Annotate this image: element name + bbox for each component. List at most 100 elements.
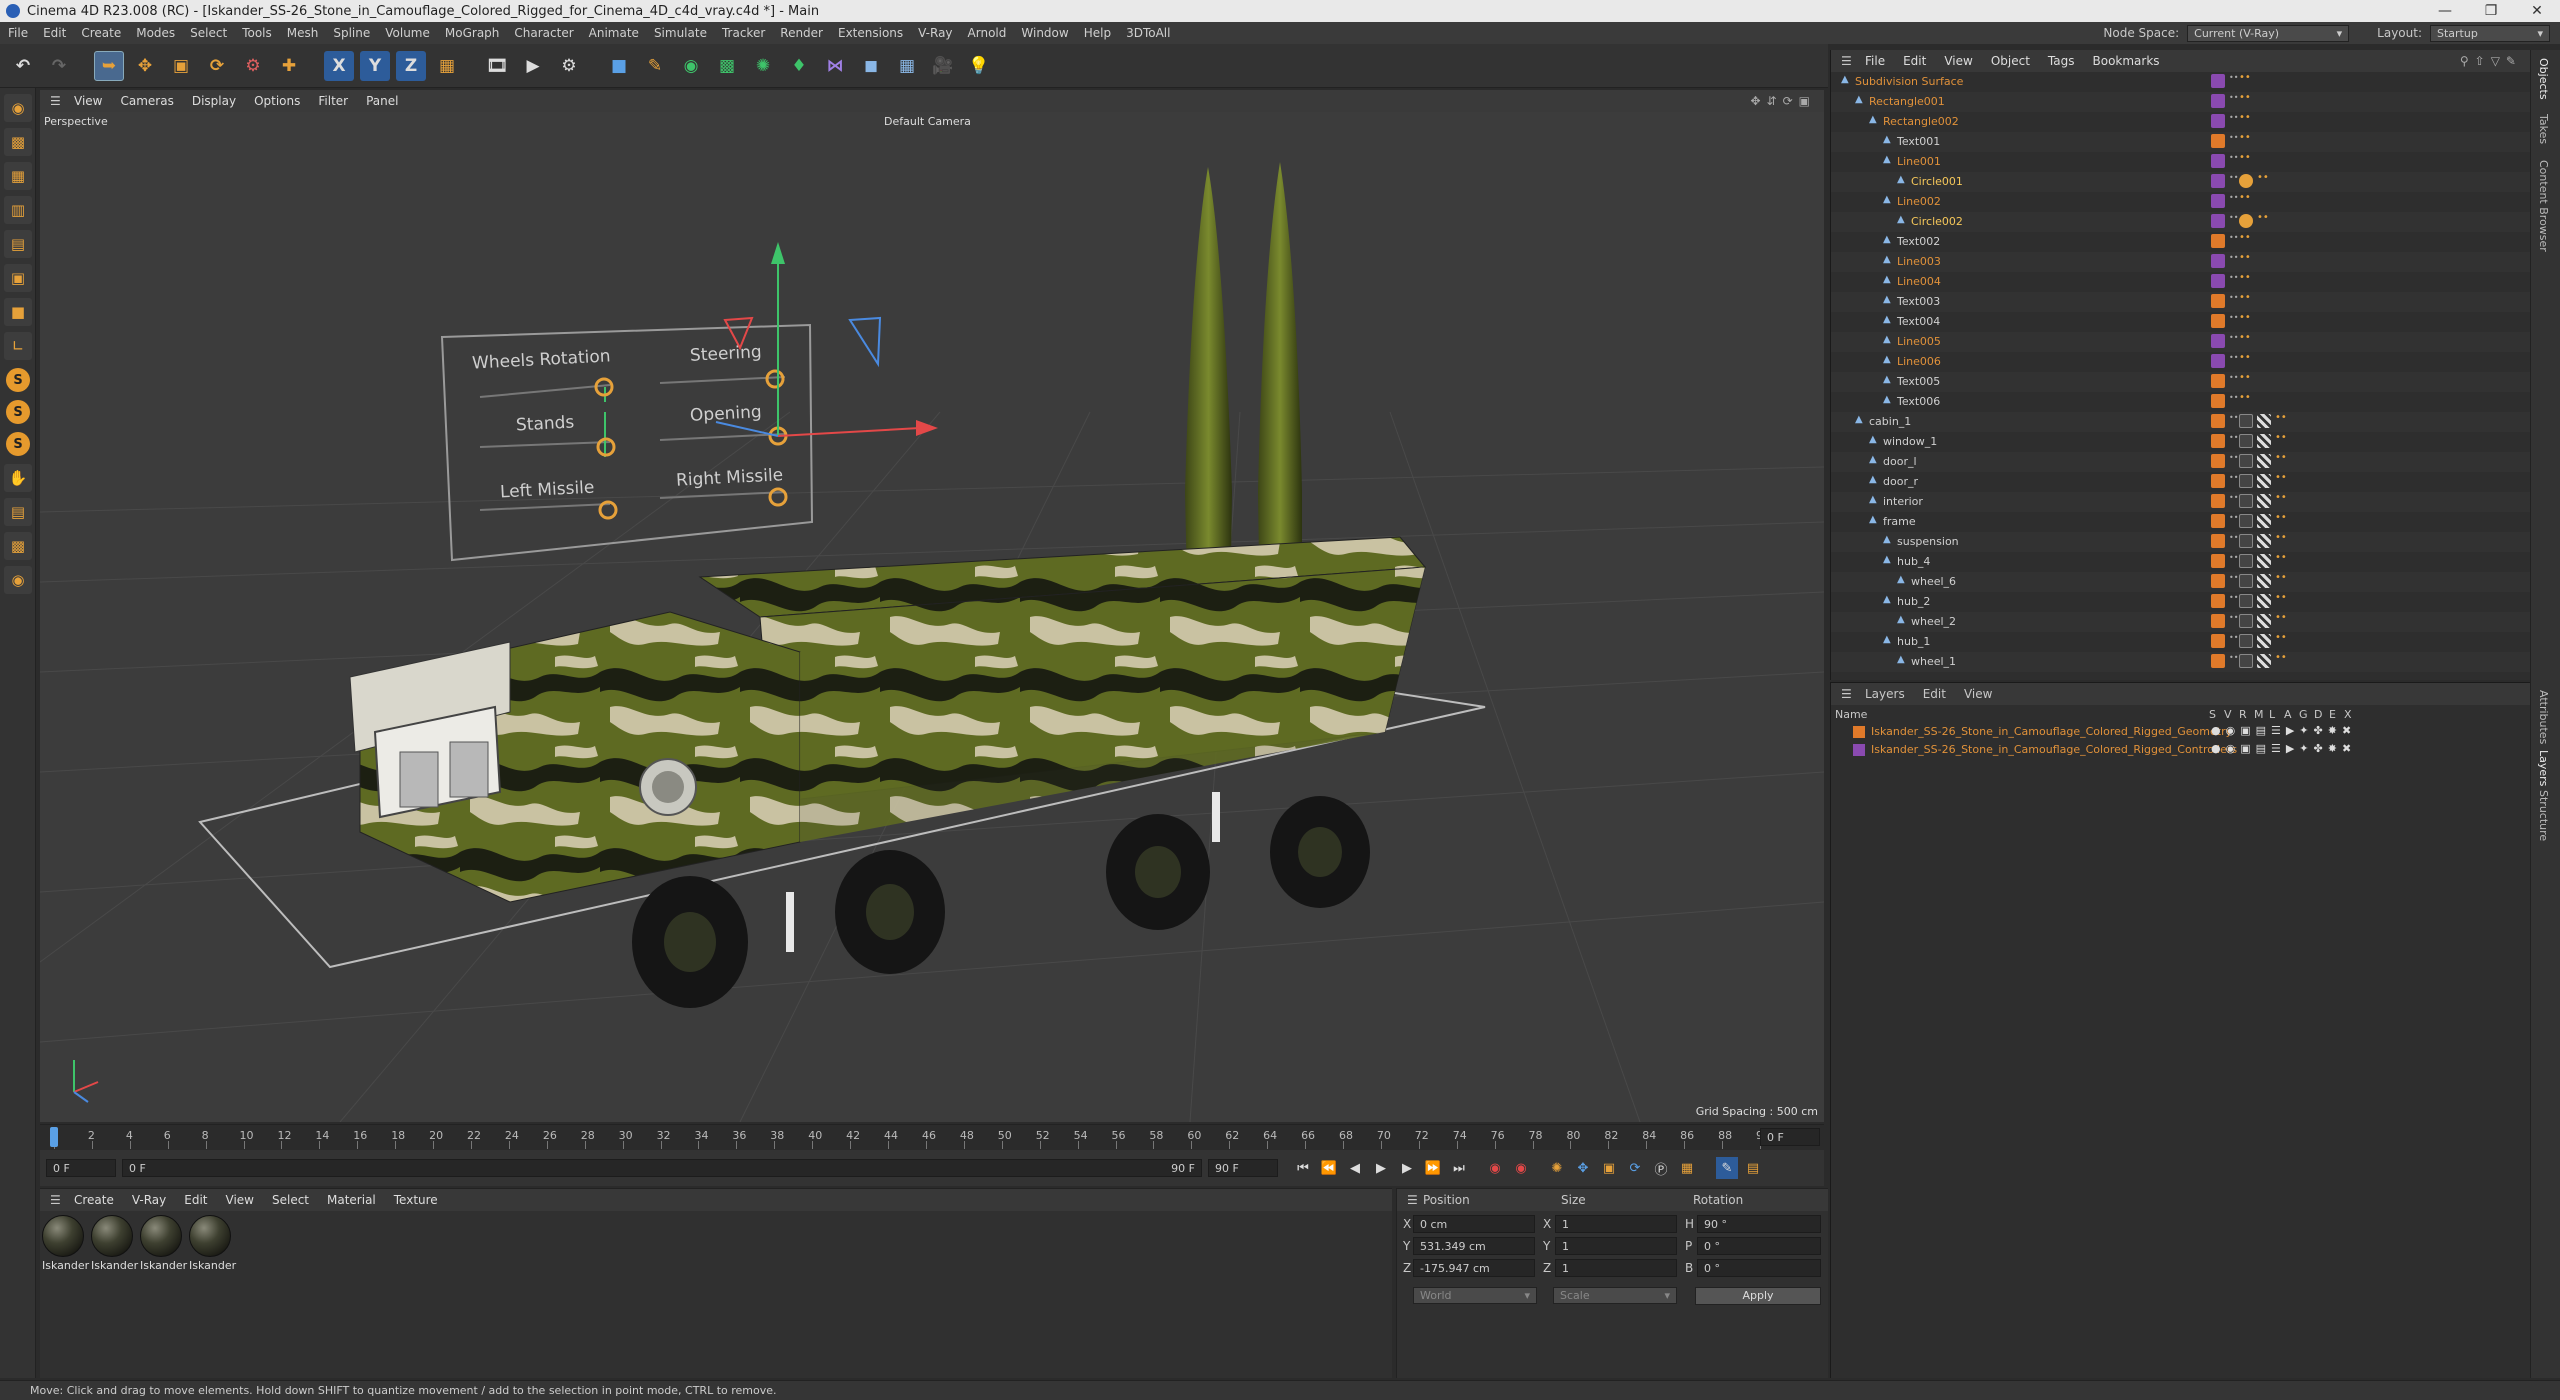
subdivision-icon[interactable]: ◉ bbox=[676, 51, 706, 81]
menu-help[interactable]: Help bbox=[1084, 26, 1111, 40]
visibility-dots-icon[interactable]: •• bbox=[2229, 434, 2238, 448]
mat-menu-select[interactable]: Select bbox=[272, 1193, 309, 1207]
coordinate-mode-dropdown[interactable]: World ▾ bbox=[1413, 1287, 1537, 1304]
rotate-tool-icon[interactable]: ⟳ bbox=[202, 51, 232, 81]
visibility-dots-icon[interactable]: •• bbox=[2229, 234, 2238, 248]
tab-layers[interactable]: Layers bbox=[2537, 750, 2550, 786]
visibility-dots-icon[interactable]: •• bbox=[2229, 274, 2238, 288]
object-row[interactable]: ▲ wheel_2 •• •• bbox=[1831, 612, 2531, 632]
object-row[interactable]: ▲ Subdivision Surface •• •• bbox=[1831, 72, 2531, 92]
layer-color-swatch[interactable] bbox=[2211, 654, 2225, 668]
obj-menu-file[interactable]: File bbox=[1865, 54, 1885, 68]
visibility-dots-icon[interactable]: •• bbox=[2229, 194, 2238, 208]
pos-y-field[interactable]: 531.349 cm bbox=[1413, 1237, 1535, 1255]
visibility-dots-icon[interactable]: •• bbox=[2229, 214, 2238, 228]
tab-takes[interactable]: Takes bbox=[2537, 114, 2550, 144]
phong-tag-icon[interactable] bbox=[2239, 634, 2253, 648]
go-to-start-icon[interactable]: ⏮ bbox=[1292, 1157, 1314, 1179]
pla-key-icon[interactable]: ▦ bbox=[1676, 1157, 1698, 1179]
camera-icon[interactable]: 🎥 bbox=[928, 51, 958, 81]
visibility-dots-icon[interactable]: •• bbox=[2229, 614, 2238, 628]
cube-primitive-icon[interactable]: ■ bbox=[604, 51, 634, 81]
object-row[interactable]: ▲ Line001 •• •• bbox=[1831, 152, 2531, 172]
layer-color-swatch[interactable] bbox=[2211, 554, 2225, 568]
object-row[interactable]: ▲ hub_2 •• •• bbox=[1831, 592, 2531, 612]
tab-structure[interactable]: Structure bbox=[2537, 790, 2550, 841]
object-row[interactable]: ▲ frame •• •• bbox=[1831, 512, 2531, 532]
vp-menu-options[interactable]: Options bbox=[254, 94, 300, 108]
expression-tag-icon[interactable] bbox=[2239, 214, 2253, 228]
size-x-field[interactable]: 1 bbox=[1555, 1215, 1677, 1233]
visibility-dots-icon[interactable]: •• bbox=[2229, 574, 2238, 588]
visibility-dots-icon[interactable]: •• bbox=[2229, 414, 2238, 428]
add-tool-icon[interactable]: ✚ bbox=[274, 51, 304, 81]
maximize-icon[interactable]: ❐ bbox=[2468, 3, 2514, 19]
autokey-icon[interactable]: ◉ bbox=[1510, 1157, 1532, 1179]
layer-color-swatch[interactable] bbox=[2211, 374, 2225, 388]
layer-color-swatch[interactable] bbox=[2211, 434, 2225, 448]
vp-menu-filter[interactable]: Filter bbox=[318, 94, 348, 108]
obj-menu-tags[interactable]: Tags bbox=[2048, 54, 2075, 68]
material-tag-icon[interactable] bbox=[2257, 534, 2271, 548]
menu-select[interactable]: Select bbox=[190, 26, 227, 40]
layer-color-swatch[interactable] bbox=[2211, 334, 2225, 348]
layer-color-swatch[interactable] bbox=[2211, 194, 2225, 208]
object-row[interactable]: ▲ suspension •• •• bbox=[1831, 532, 2531, 552]
object-row[interactable]: ▲ door_r •• •• bbox=[1831, 472, 2531, 492]
phong-tag-icon[interactable] bbox=[2239, 574, 2253, 588]
visibility-dots-icon[interactable]: •• bbox=[2229, 314, 2238, 328]
menu-animate[interactable]: Animate bbox=[589, 26, 639, 40]
object-row[interactable]: ▲ Text002 •• •• bbox=[1831, 232, 2531, 252]
pos-x-field[interactable]: 0 cm bbox=[1413, 1215, 1535, 1233]
menu-volume[interactable]: Volume bbox=[385, 26, 430, 40]
material-swatch[interactable]: Iskander bbox=[140, 1215, 187, 1272]
object-row[interactable]: ▲ Text004 •• •• bbox=[1831, 312, 2531, 332]
rot-p-field[interactable]: 0 ° bbox=[1697, 1237, 1821, 1255]
menu-3dtoall[interactable]: 3DToAll bbox=[1126, 26, 1170, 40]
render-region-icon[interactable]: 🎞 bbox=[482, 51, 512, 81]
redo-icon[interactable]: ↷ bbox=[44, 51, 74, 81]
phong-tag-icon[interactable] bbox=[2239, 614, 2253, 628]
sculpt-icon[interactable]: ◉ bbox=[4, 566, 32, 594]
y-axis-button[interactable]: Y bbox=[360, 50, 390, 81]
mat-menu-edit[interactable]: Edit bbox=[184, 1193, 207, 1207]
material-tag-icon[interactable] bbox=[2257, 614, 2271, 628]
object-row[interactable]: ▲ hub_4 •• •• bbox=[1831, 552, 2531, 572]
menu-arnold[interactable]: Arnold bbox=[968, 26, 1007, 40]
layer-color-swatch[interactable] bbox=[1853, 744, 1865, 756]
axis-mode-icon[interactable]: ■ bbox=[4, 298, 32, 326]
layer-color-swatch[interactable] bbox=[2211, 354, 2225, 368]
layer-color-swatch[interactable] bbox=[2211, 214, 2225, 228]
vp-menu-panel[interactable]: Panel bbox=[366, 94, 398, 108]
layer-color-swatch[interactable] bbox=[2211, 454, 2225, 468]
menu-simulate[interactable]: Simulate bbox=[654, 26, 707, 40]
obj-menu-object[interactable]: Object bbox=[1991, 54, 2030, 68]
mat-menu-material[interactable]: Material bbox=[327, 1193, 376, 1207]
viewport-nav-icons[interactable]: ✥⇵⟳▣ bbox=[1750, 94, 1816, 108]
visibility-dots-icon[interactable]: •• bbox=[2229, 154, 2238, 168]
visibility-dots-icon[interactable]: •• bbox=[2229, 654, 2238, 668]
visibility-dots-icon[interactable]: •• bbox=[2229, 514, 2238, 528]
timeline-ruler[interactable]: 0246810121416182022242628303234363840424… bbox=[40, 1124, 1824, 1149]
rot-h-field[interactable]: 90 ° bbox=[1697, 1215, 1821, 1233]
deformer-icon[interactable]: ⋈ bbox=[820, 51, 850, 81]
object-row[interactable]: ▲ Text006 •• •• bbox=[1831, 392, 2531, 412]
rot-b-field[interactable]: 0 ° bbox=[1697, 1259, 1821, 1277]
menu-render[interactable]: Render bbox=[780, 26, 823, 40]
object-row[interactable]: ▲ cabin_1 •• •• bbox=[1831, 412, 2531, 432]
menu-mesh[interactable]: Mesh bbox=[287, 26, 319, 40]
layer-color-swatch[interactable] bbox=[2211, 414, 2225, 428]
visibility-dots-icon[interactable]: •• bbox=[2229, 394, 2238, 408]
phong-tag-icon[interactable] bbox=[2239, 434, 2253, 448]
polygons-mode-icon[interactable]: ▣ bbox=[4, 264, 32, 292]
object-row[interactable]: ▲ wheel_1 •• •• bbox=[1831, 652, 2531, 672]
points-mode-icon[interactable]: ▥ bbox=[4, 196, 32, 224]
visibility-dots-icon[interactable]: •• bbox=[2229, 134, 2238, 148]
object-row[interactable]: ▲ Line004 •• •• bbox=[1831, 272, 2531, 292]
start-frame-field[interactable]: 0 F bbox=[46, 1159, 116, 1177]
material-tag-icon[interactable] bbox=[2257, 554, 2271, 568]
size-z-field[interactable]: 1 bbox=[1555, 1259, 1677, 1277]
menu-modes[interactable]: Modes bbox=[136, 26, 175, 40]
menu-window[interactable]: Window bbox=[1021, 26, 1068, 40]
layer-color-swatch[interactable] bbox=[2211, 74, 2225, 88]
